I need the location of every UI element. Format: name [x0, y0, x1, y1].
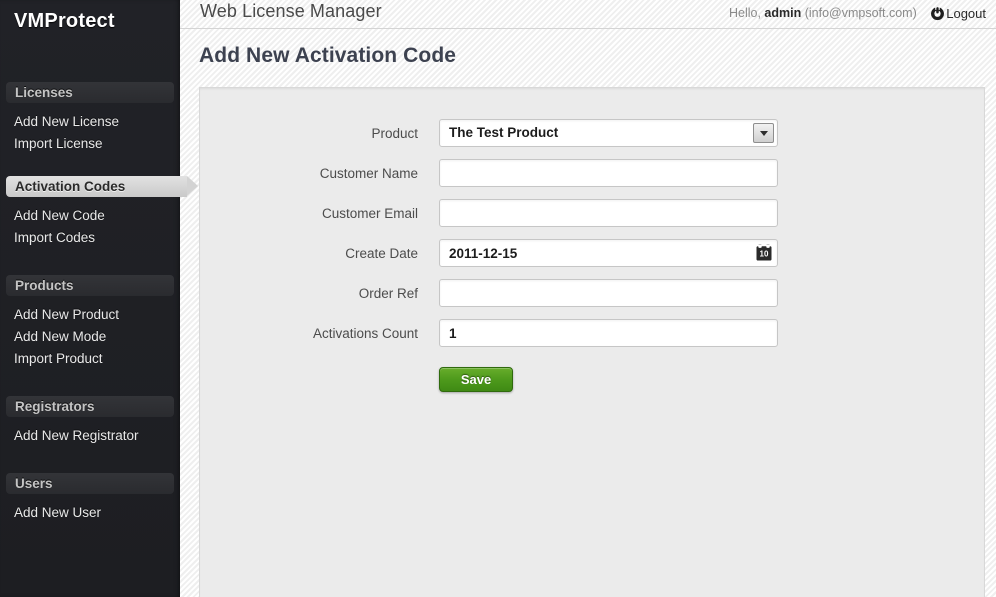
sidebar-links-registrators: Add New Registrator: [0, 417, 180, 447]
user-session-info: Hello, admin (info@vmpsoft.com) Logout: [729, 6, 986, 24]
product-label: Product: [200, 126, 439, 141]
user-email-label: (info@vmpsoft.com): [805, 6, 917, 20]
order-ref-input[interactable]: [439, 279, 778, 307]
sidebar: VMProtect Licenses Add New License Impor…: [0, 0, 180, 597]
form-actions-spacer: [200, 367, 439, 392]
order-ref-label: Order Ref: [200, 286, 439, 301]
create-date-control: 10: [439, 239, 778, 267]
page-title: Add New Activation Code: [199, 44, 456, 68]
sidebar-group-activation-codes: Activation Codes Add New Code Import Cod…: [0, 176, 180, 249]
customer-email-control: [439, 199, 778, 227]
form-row-customer-name: Customer Name: [200, 159, 984, 187]
product-select[interactable]: The Test Product: [439, 119, 778, 147]
form-row-activations-count: Activations Count: [200, 319, 984, 347]
activation-code-form: Product The Test Product Customer Name C…: [200, 88, 984, 392]
content-panel: Product The Test Product Customer Name C…: [199, 87, 985, 597]
sidebar-item-import-codes[interactable]: Import Codes: [14, 227, 180, 249]
order-ref-control: [439, 279, 778, 307]
sidebar-item-add-new-code[interactable]: Add New Code: [14, 205, 180, 227]
app-title: Web License Manager: [200, 1, 382, 22]
form-actions: Save: [200, 367, 984, 392]
chevron-down-icon[interactable]: [753, 123, 774, 143]
sidebar-item-import-product[interactable]: Import Product: [14, 348, 180, 370]
app-root: VMProtect Licenses Add New License Impor…: [0, 0, 996, 597]
sidebar-section-users[interactable]: Users: [6, 473, 174, 494]
sidebar-links-licenses: Add New License Import License: [0, 103, 180, 155]
customer-email-input[interactable]: [439, 199, 778, 227]
sidebar-item-import-license[interactable]: Import License: [14, 133, 180, 155]
sidebar-section-registrators[interactable]: Registrators: [6, 396, 174, 417]
sidebar-links-activation-codes: Add New Code Import Codes: [0, 197, 180, 249]
create-date-input[interactable]: [439, 239, 778, 267]
form-row-create-date: Create Date 10: [200, 239, 984, 267]
sidebar-section-activation-codes[interactable]: Activation Codes: [6, 176, 187, 197]
form-row-order-ref: Order Ref: [200, 279, 984, 307]
brand-logo: VMProtect: [0, 0, 180, 32]
customer-name-control: [439, 159, 778, 187]
svg-text:10: 10: [760, 250, 769, 259]
create-date-label: Create Date: [200, 246, 439, 261]
logout-label: Logout: [946, 6, 986, 21]
sidebar-group-licenses: Licenses Add New License Import License: [0, 82, 180, 155]
sidebar-links-users: Add New User: [0, 494, 180, 524]
sidebar-item-add-new-user[interactable]: Add New User: [14, 502, 180, 524]
logout-button[interactable]: Logout: [930, 6, 986, 24]
activations-count-control: [439, 319, 778, 347]
form-row-product: Product The Test Product: [200, 119, 984, 147]
activations-count-input[interactable]: [439, 319, 778, 347]
sidebar-group-registrators: Registrators Add New Registrator: [0, 396, 180, 447]
save-button[interactable]: Save: [439, 367, 513, 392]
sidebar-section-licenses[interactable]: Licenses: [6, 82, 174, 103]
sidebar-item-add-new-mode[interactable]: Add New Mode: [14, 326, 180, 348]
activations-count-label: Activations Count: [200, 326, 439, 341]
form-row-customer-email: Customer Email: [200, 199, 984, 227]
sidebar-links-products: Add New Product Add New Mode Import Prod…: [0, 296, 180, 370]
calendar-icon[interactable]: 10: [756, 244, 772, 261]
product-select-value: The Test Product: [449, 120, 558, 146]
sidebar-item-add-new-product[interactable]: Add New Product: [14, 304, 180, 326]
sidebar-section-products[interactable]: Products: [6, 275, 174, 296]
hello-label: Hello,: [729, 6, 761, 20]
customer-name-input[interactable]: [439, 159, 778, 187]
top-header: Web License Manager Hello, admin (info@v…: [180, 0, 996, 29]
username-label: admin: [764, 6, 801, 20]
customer-name-label: Customer Name: [200, 166, 439, 181]
product-control: The Test Product: [439, 119, 778, 147]
sidebar-item-add-new-license[interactable]: Add New License: [14, 111, 180, 133]
sidebar-item-add-new-registrator[interactable]: Add New Registrator: [14, 425, 180, 447]
power-icon: [930, 6, 945, 24]
sidebar-group-users: Users Add New User: [0, 473, 180, 524]
sidebar-group-products: Products Add New Product Add New Mode Im…: [0, 275, 180, 370]
customer-email-label: Customer Email: [200, 206, 439, 221]
